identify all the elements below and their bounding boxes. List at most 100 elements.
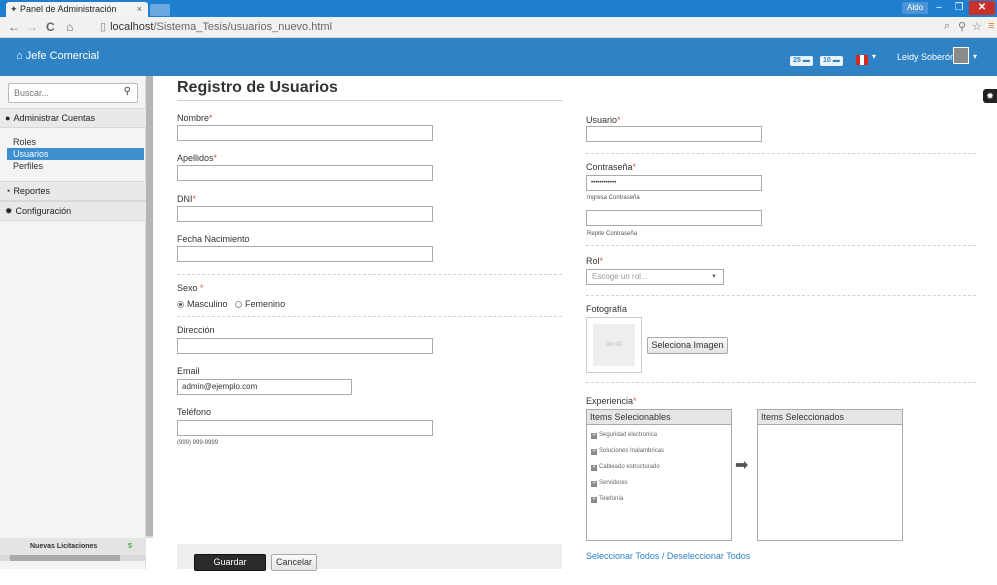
plus-icon: + bbox=[591, 449, 597, 455]
section-reports-label: Reportes bbox=[13, 186, 50, 196]
page-favicon-icon: ✦ bbox=[10, 4, 18, 14]
scroll-thumb[interactable] bbox=[146, 76, 153, 536]
search-icon[interactable]: ⚲ bbox=[124, 86, 131, 97]
dni-field[interactable] bbox=[177, 206, 433, 222]
app-header: ⌂ Jefe Comercial 25 ▬ 10 ▬ ▾ Leidy Sober… bbox=[0, 38, 997, 76]
link-separator: / bbox=[659, 551, 667, 561]
arrow-right-icon[interactable]: ➡ bbox=[735, 455, 748, 475]
minimize-icon[interactable]: – bbox=[930, 1, 948, 15]
selected-items-list: Items Seleccionados bbox=[757, 409, 903, 541]
list-item[interactable]: + Servidores bbox=[591, 480, 628, 487]
window-user-badge: Aldo bbox=[902, 2, 929, 14]
sidebar-horizontal-scrollbar[interactable] bbox=[0, 555, 146, 561]
url-path: /Sistema_Tesis/usuarios_nuevo.html bbox=[153, 21, 333, 33]
label-usuario: Usuario* bbox=[586, 115, 621, 125]
divider bbox=[586, 295, 976, 296]
apellidos-field[interactable] bbox=[177, 165, 433, 181]
sidebar-item-usuarios[interactable]: Usuarios bbox=[7, 148, 144, 160]
sidebar-item-perfiles[interactable]: Perfiles bbox=[7, 160, 144, 172]
divider bbox=[177, 274, 562, 275]
save-button[interactable]: Guardar Cambios bbox=[194, 554, 266, 582]
forward-arrow-icon[interactable]: → bbox=[26, 20, 38, 34]
browser-tab[interactable]: ✦ Panel de Administración × bbox=[6, 2, 148, 17]
tab-close-icon[interactable]: × bbox=[137, 2, 142, 17]
new-tab-button[interactable] bbox=[150, 4, 170, 16]
sidebar-item-roles[interactable]: Roles bbox=[7, 136, 144, 148]
zoom-icon[interactable]: ⌕ bbox=[944, 20, 950, 33]
usuario-field[interactable] bbox=[586, 126, 762, 142]
password-help: Ingresa Contraseña bbox=[587, 195, 640, 201]
divider bbox=[586, 382, 976, 383]
selectable-items-list: Items Selecionables + Seguridad electroni… bbox=[586, 409, 732, 541]
message-badge[interactable]: 10 ▬ bbox=[820, 56, 843, 66]
avatar[interactable] bbox=[953, 47, 969, 64]
radio-femenino[interactable]: Femenino bbox=[235, 299, 285, 309]
select-all-link[interactable]: Seleccionar Todos bbox=[586, 551, 659, 561]
direccion-field[interactable] bbox=[177, 338, 433, 354]
language-flag-icon[interactable] bbox=[856, 55, 868, 65]
app-title[interactable]: ⌂ Jefe Comercial bbox=[16, 50, 99, 62]
message-count: 10 bbox=[823, 57, 831, 64]
sidebar-section-reports[interactable]: ◔ Reportes bbox=[0, 181, 146, 201]
rol-select[interactable]: Escoge un rol... ▼ bbox=[586, 269, 724, 285]
fecha-nacimiento-field[interactable] bbox=[177, 246, 433, 262]
list-item[interactable]: + Telefonía bbox=[591, 496, 623, 503]
list-item[interactable]: + Soluciones Inalambricas bbox=[591, 448, 664, 455]
url-field[interactable]: ▯ localhost/Sistema_Tesis/usuarios_nuevo.… bbox=[100, 20, 332, 34]
close-window-icon[interactable]: ✕ bbox=[969, 1, 995, 15]
user-name[interactable]: Leidy Soberón bbox=[897, 52, 955, 62]
plus-icon: + bbox=[591, 497, 597, 503]
gear-icon[interactable]: ✹ bbox=[983, 89, 997, 103]
select-image-button[interactable]: Seleciona Imagen bbox=[647, 337, 728, 354]
section-accounts-label: Administrar Cuentas bbox=[13, 113, 95, 123]
maximize-icon[interactable]: ❐ bbox=[950, 1, 968, 15]
selectable-items-header: Items Selecionables bbox=[587, 410, 731, 425]
back-arrow-icon[interactable]: ← bbox=[8, 20, 20, 34]
app-title-label: Jefe Comercial bbox=[25, 50, 100, 62]
page-title: Registro de Usuarios bbox=[177, 79, 338, 96]
nombre-field[interactable] bbox=[177, 125, 433, 141]
password-repeat-help: Repite Contraseña bbox=[587, 231, 638, 237]
notification-badge[interactable]: 25 ▬ bbox=[790, 56, 813, 66]
address-bar: ← → C ⌂ ▯ localhost/Sistema_Tesis/usuario… bbox=[0, 17, 997, 38]
label-sexo: Sexo * bbox=[177, 283, 204, 293]
password-field[interactable]: •••••••••••• bbox=[586, 175, 762, 191]
user-caret-icon[interactable]: ▾ bbox=[973, 52, 977, 61]
page-icon: ▯ bbox=[100, 21, 107, 33]
divider bbox=[586, 245, 976, 246]
sidebar-section-accounts[interactable]: ● Administrar Cuentas bbox=[0, 108, 146, 128]
gear-icon: ✹ bbox=[5, 206, 13, 216]
email-field[interactable]: admin@ejemplo.com bbox=[177, 379, 352, 395]
divider bbox=[177, 100, 562, 101]
plus-icon: + bbox=[591, 433, 597, 439]
label-fotografia: Fotografía bbox=[586, 304, 628, 314]
sidebar-bottom-stat[interactable]: Nuevas Licitaciones 5 bbox=[0, 538, 146, 555]
telefono-field[interactable] bbox=[177, 420, 433, 436]
label-rol: Rol* bbox=[586, 256, 604, 266]
form-actions: Guardar Cambios Cancelar bbox=[177, 544, 562, 582]
extension-icon[interactable]: ⚲ bbox=[958, 20, 966, 33]
radio-masculino[interactable]: Masculino bbox=[177, 299, 228, 309]
cancel-button[interactable]: Cancelar bbox=[271, 554, 317, 571]
home-icon[interactable]: ⌂ bbox=[66, 20, 73, 34]
reload-icon[interactable]: C bbox=[46, 20, 55, 34]
photo-placeholder-icon: 00×00 bbox=[593, 324, 635, 366]
chart-icon: ◔ bbox=[5, 186, 11, 196]
sidebar-scrollbar[interactable] bbox=[146, 76, 153, 538]
language-caret-icon[interactable]: ▾ bbox=[872, 52, 876, 61]
list-item[interactable]: + Seguridad electronica bbox=[591, 432, 657, 439]
deselect-all-link[interactable]: Deseleccionar Todos bbox=[667, 551, 750, 561]
menu-icon[interactable]: ≡ bbox=[988, 20, 994, 32]
bottom-stat-count: 5 bbox=[128, 543, 132, 550]
main-content: Registro de Usuarios ✹ Nombre* Apellidos… bbox=[153, 76, 997, 582]
search-input[interactable] bbox=[9, 84, 109, 102]
bookmark-star-icon[interactable]: ☆ bbox=[972, 20, 982, 33]
sidebar-section-config[interactable]: ✹ Configuración bbox=[0, 201, 146, 221]
label-fecha: Fecha Nacimiento bbox=[177, 234, 250, 244]
label-dni: DNI* bbox=[177, 194, 197, 204]
scroll-thumb[interactable] bbox=[10, 555, 120, 561]
list-item[interactable]: + Cableado estructurado bbox=[591, 464, 660, 471]
select-links: Seleccionar Todos / Deseleccionar Todos bbox=[586, 551, 750, 561]
password-repeat-field[interactable] bbox=[586, 210, 762, 226]
label-apellidos: Apellidos* bbox=[177, 153, 218, 163]
